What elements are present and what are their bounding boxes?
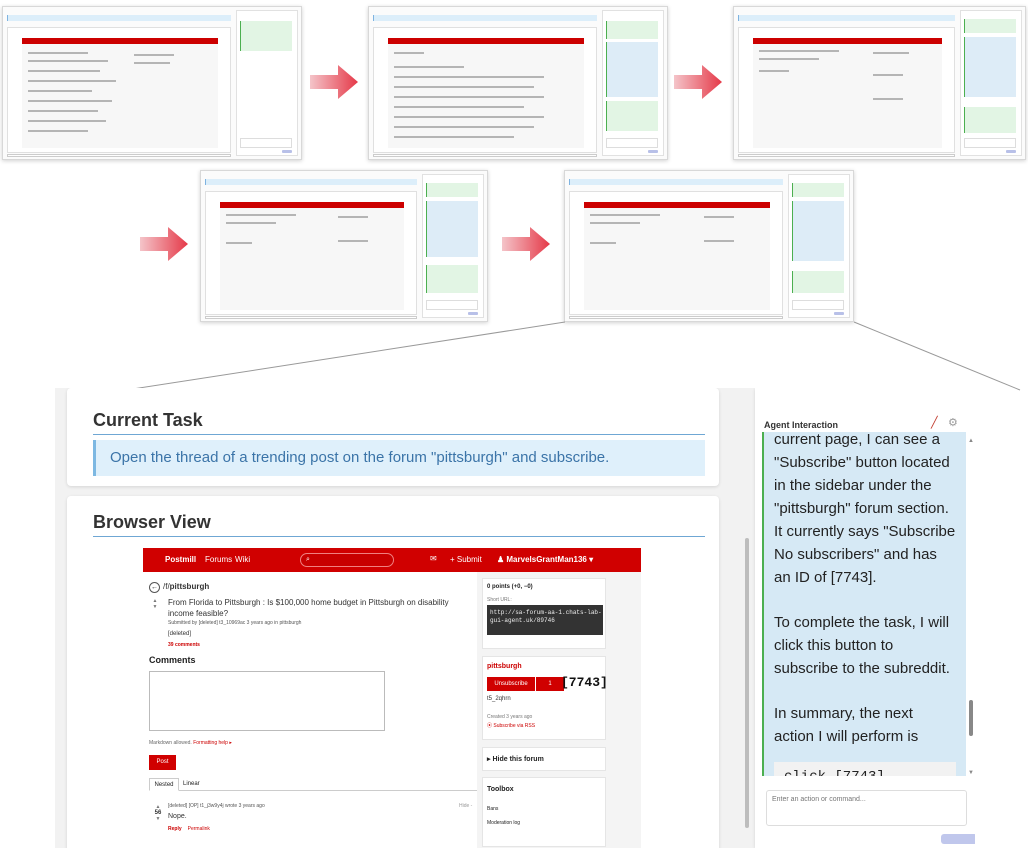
forum-name-link[interactable]: pittsburgh: [487, 663, 522, 670]
send-button[interactable]: [941, 834, 975, 844]
agent-scrollbar[interactable]: ▲ ▼: [968, 432, 974, 782]
tab-nested[interactable]: Nested: [149, 778, 179, 791]
permalink-link[interactable]: Permalink: [188, 826, 210, 832]
site-navbar: Postmill Forums Wiki ⌕ ✉ + Submit ♟ Marv…: [143, 548, 641, 572]
step3-thumbnail: [733, 6, 1026, 160]
forum-sidebar: pittsburgh Unsubscribe 1 [7743] t5_2qhrn…: [482, 656, 608, 740]
comments-heading: Comments: [149, 655, 196, 665]
markdown-note: Markdown allowed. Formatting help ▸: [149, 740, 232, 746]
step2-thumbnail: [368, 6, 668, 160]
command-input[interactable]: Enter an action or command...: [766, 790, 967, 826]
back-arrow-icon[interactable]: ←: [149, 582, 160, 593]
toolbox: Toolbox Bans Moderation log: [482, 777, 606, 847]
comment-actions: Reply Permalink: [168, 826, 210, 832]
step5-thumbnail: [564, 170, 854, 322]
scroll-thumb[interactable]: [969, 700, 973, 736]
points-score: 0 points (+0, −0): [487, 584, 533, 590]
tab-linear[interactable]: Linear: [183, 778, 200, 790]
task-description: Open the thread of a trending post on th…: [93, 440, 705, 476]
search-icon: ⌕: [306, 556, 310, 563]
arrow-right-icon: [674, 65, 722, 99]
agent-message: current page, I can see a "Subscribe" bu…: [762, 432, 966, 776]
current-task-card: Current Task Open the thread of a trendi…: [67, 388, 719, 486]
scroll-down-icon[interactable]: ▼: [968, 770, 974, 776]
agent-message-p2: To complete the task, I will click this …: [774, 614, 950, 677]
nav-wiki-link[interactable]: Wiki: [235, 555, 250, 564]
step4-thumbnail: [200, 170, 488, 322]
moderation-log-link[interactable]: Moderation log: [487, 820, 520, 826]
post-info-box: 0 points (+0, −0) Short URL: http://sa-f…: [482, 578, 606, 649]
user-menu[interactable]: ♟ MarvelsGrantMan136 ▾: [497, 555, 593, 564]
browser-view-card: Browser View Postmill Forums Wiki ⌕ ✉ + …: [67, 496, 719, 848]
agent-action-code: click [7743]: [774, 762, 956, 776]
thumb-content: [22, 44, 218, 148]
post-submitted-meta: Submitted by [deleted] t3_10969ac 3 year…: [168, 620, 302, 626]
arrow-right-icon: [310, 65, 358, 99]
submit-link[interactable]: + Submit: [450, 555, 482, 564]
arrow-right-icon: [502, 227, 550, 261]
comment-hide-link[interactable]: Hide -: [459, 803, 472, 809]
agent-message-p3: In summary, the next action I will perfo…: [774, 705, 919, 745]
browser-view-title: Browser View: [93, 512, 211, 532]
unsubscribe-button[interactable]: Unsubscribe: [487, 677, 535, 691]
comment-view-tabs: Nested Linear: [149, 778, 477, 791]
comment-text: Nope.: [168, 813, 187, 820]
formatting-help-link[interactable]: Formatting help ▸: [193, 740, 232, 746]
thumb-task: [7, 15, 231, 21]
post-comment-button[interactable]: Post: [149, 755, 176, 770]
gear-icon[interactable]: ⚙: [948, 416, 958, 429]
bans-link[interactable]: Bans: [487, 806, 498, 812]
search-input[interactable]: ⌕: [300, 553, 394, 567]
post-title[interactable]: From Florida to Pittsburgh : Is $100,000…: [168, 597, 458, 619]
scroll-up-icon[interactable]: ▲: [968, 438, 974, 444]
envelope-icon[interactable]: ✉: [430, 554, 437, 563]
thumb-agent-panel: [236, 10, 298, 156]
rss-link[interactable]: ⦿ Subscribe via RSS: [487, 722, 535, 729]
comments-link[interactable]: 39 comments: [168, 642, 200, 648]
agent-message-p1: current page, I can see a "Subscribe" bu…: [774, 432, 956, 586]
current-task-title: Current Task: [93, 410, 203, 430]
forum-breadcrumb[interactable]: /f/pittsburgh: [163, 582, 209, 591]
forum-created: Created 3 years ago: [487, 714, 533, 720]
agent-panel: Agent Interaction ╱ ⚙ current page, I ca…: [755, 388, 975, 848]
forum-id: t5_2qhrn: [487, 696, 511, 702]
arrow-right-icon: [140, 227, 188, 261]
reply-link[interactable]: Reply: [168, 826, 182, 832]
website-frame: Postmill Forums Wiki ⌕ ✉ + Submit ♟ Marv…: [143, 548, 641, 848]
element-id-tag: [7743]: [561, 675, 608, 690]
comment-vote[interactable]: ▲ 56 ▼: [153, 804, 163, 822]
site-brand-link[interactable]: Postmill: [165, 555, 196, 564]
agent-title: Agent Interaction: [764, 420, 839, 430]
hide-forum-label: ▸ Hide this forum: [487, 756, 544, 763]
post-vote-arrows[interactable]: ▲ ▼: [151, 598, 159, 610]
short-url-label: Short URL:: [487, 597, 512, 603]
nav-forums-link[interactable]: Forums: [205, 555, 232, 564]
comment-textarea[interactable]: [149, 671, 385, 731]
post-body: [deleted]: [168, 631, 192, 637]
page-scrollbar[interactable]: [745, 538, 749, 828]
step1-thumbnail: [2, 6, 302, 160]
post-main: ← /f/pittsburgh ▲ ▼ From Florida to Pitts…: [143, 572, 477, 848]
hide-forum-box[interactable]: ▸ Hide this forum: [482, 747, 606, 771]
toolbox-title: Toolbox: [487, 786, 514, 793]
thumb-browser: [7, 27, 231, 153]
zoomed-screenshot: Current Task Open the thread of a trendi…: [55, 388, 975, 848]
subscriber-count[interactable]: 1: [536, 677, 564, 691]
brush-icon[interactable]: ╱: [931, 416, 938, 429]
short-url-box[interactable]: http://sa-forum-aa-1.chats-lab- gui-agen…: [487, 605, 603, 635]
comment-meta: [deleted] [OP] t1_j3w9y4j wrote 3 years …: [168, 803, 265, 809]
